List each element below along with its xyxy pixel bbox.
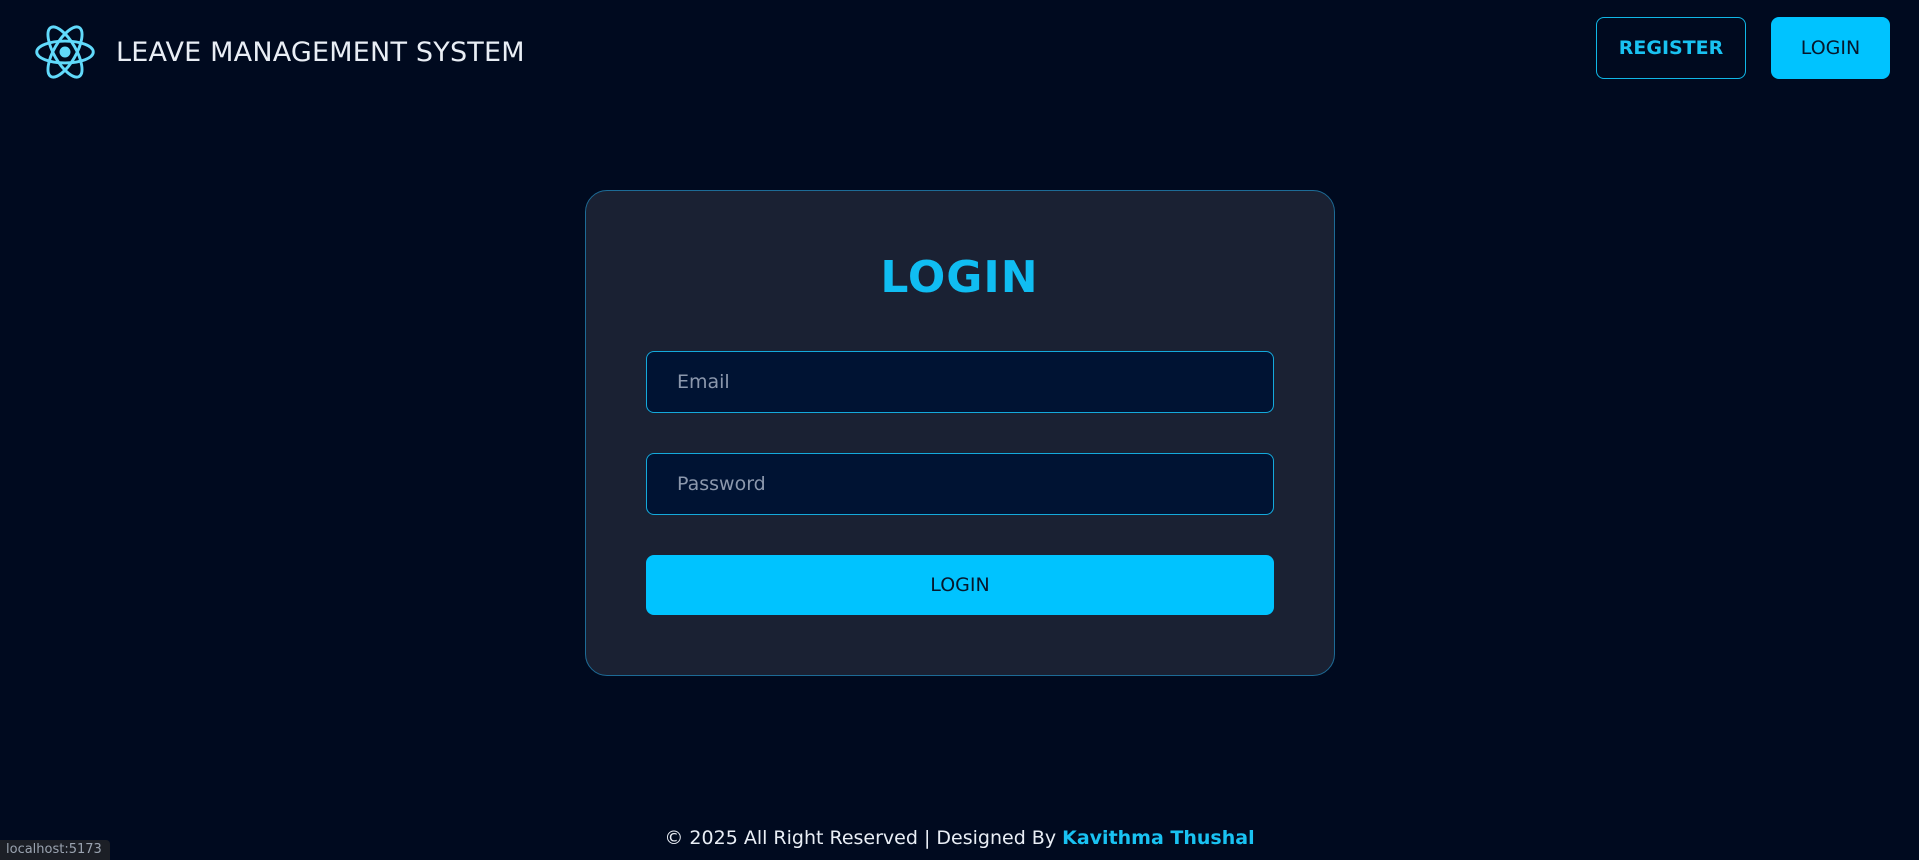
login-submit-button[interactable]: LOGIN (646, 555, 1274, 615)
register-button[interactable]: REGISTER (1596, 17, 1746, 79)
login-nav-button[interactable]: LOGIN (1771, 17, 1890, 79)
footer-copyright: © 2025 All Right Reserved | Designed By (664, 827, 1057, 849)
react-atom-icon (35, 25, 95, 79)
email-field[interactable] (646, 351, 1274, 413)
login-title: LOGIN (880, 252, 1039, 303)
navbar: LEAVE MANAGEMENT SYSTEM REGISTER LOGIN (0, 0, 1919, 100)
footer: © 2025 All Right Reserved | Designed By … (0, 824, 1919, 852)
footer-author-link[interactable]: Kavithma Thushal (1062, 827, 1254, 849)
brand[interactable]: LEAVE MANAGEMENT SYSTEM (34, 18, 525, 86)
password-field[interactable] (646, 453, 1274, 515)
app-title: LEAVE MANAGEMENT SYSTEM (116, 36, 525, 68)
status-bar-url: localhost:5173 (0, 840, 110, 860)
